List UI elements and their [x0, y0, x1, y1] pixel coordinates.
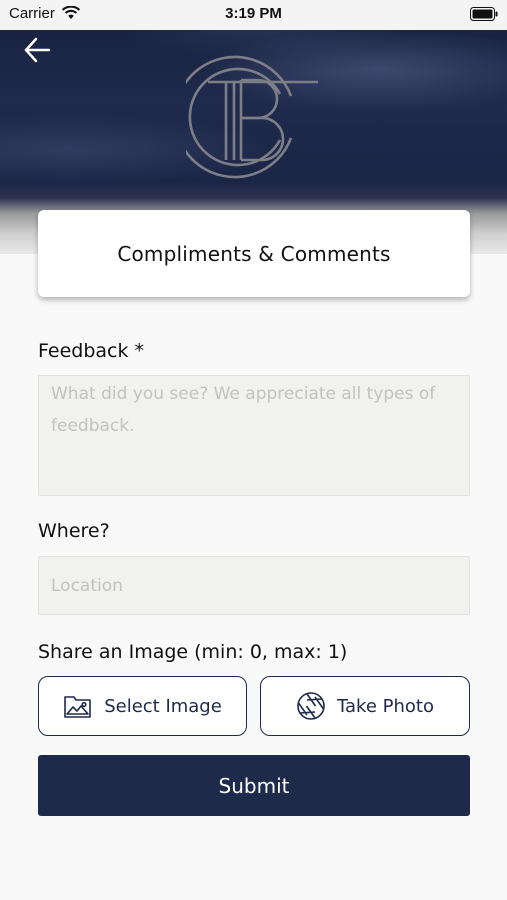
location-field[interactable]	[38, 556, 470, 615]
image-icon	[64, 696, 91, 718]
status-bar: Carrier 3:19 PM	[0, 0, 507, 30]
clock: 3:19 PM	[225, 5, 282, 22]
select-image-label: Select Image	[104, 695, 222, 717]
share-image-label: Share an Image (min: 0, max: 1)	[38, 641, 348, 663]
feedback-label: Feedback *	[38, 340, 145, 362]
take-photo-label: Take Photo	[337, 695, 434, 717]
feedback-field[interactable]	[38, 375, 470, 496]
take-photo-button[interactable]: Take Photo	[260, 676, 470, 736]
back-button[interactable]	[22, 36, 56, 66]
page-title: Compliments & Comments	[117, 241, 391, 266]
arrow-left-icon	[24, 37, 51, 63]
select-image-button[interactable]: Select Image	[38, 676, 247, 736]
submit-button[interactable]: Submit	[38, 755, 470, 816]
camera-aperture-icon	[297, 692, 325, 720]
where-label: Where?	[38, 520, 110, 542]
battery-icon	[470, 7, 498, 21]
tbc-monogram-logo	[186, 55, 318, 179]
page-title-card: Compliments & Comments	[38, 210, 470, 297]
